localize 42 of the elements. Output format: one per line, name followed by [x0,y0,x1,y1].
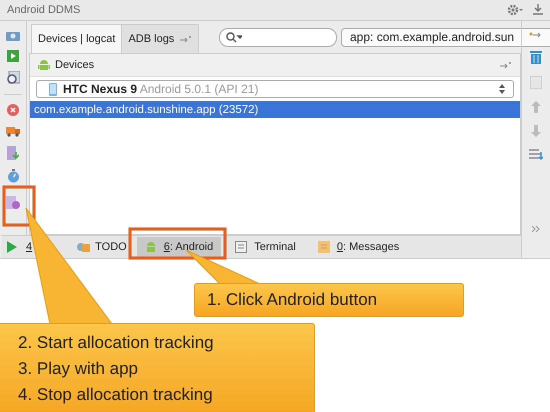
camera-icon[interactable] [6,29,20,41]
pin-arrow-icon[interactable] [529,30,543,38]
window-title: Android DDMS [7,4,80,16]
search-icon [226,32,242,42]
tablet-icon [49,82,57,96]
app-filter-dropdown[interactable]: app: com.example.android.sun [341,28,550,46]
gear-icon[interactable] [507,4,523,16]
stepper-icon [499,84,505,94]
terminal-icon [235,241,250,253]
pin-arrow-icon[interactable] [500,61,512,69]
chevrons-icon[interactable] [532,226,540,232]
todo-icon [76,241,90,253]
screen-search-icon[interactable] [6,71,20,85]
tab[interactable]: ADB logs [122,25,180,53]
tool-window-tab[interactable]: 6: Android [136,237,222,257]
panel-title: Devices [55,59,94,71]
device-dropdown[interactable]: HTC Nexus 9 Android 5.0.1 (API 21) [36,80,514,98]
android-icon [38,59,50,71]
download-icon[interactable] [532,4,544,16]
truck-icon[interactable] [6,125,20,137]
highlight-frame [2,186,36,226]
callout-text: 1. Click Android button [207,290,378,310]
callout-text: 4. Stop allocation tracking [18,384,214,406]
tool-window-tab[interactable]: 4 [3,237,36,257]
messages-icon [318,241,332,253]
tool-window-tab[interactable]: Terminal [227,237,304,257]
up-arrow-icon[interactable] [531,101,541,113]
list-arrows-icon[interactable] [529,149,543,161]
pin-arrow-icon[interactable] [180,35,192,43]
callout-text: 2. Start allocation tracking [18,332,215,354]
play-icon[interactable] [7,50,19,62]
tool-window-tab[interactable]: TODO [72,237,131,257]
trash-icon[interactable] [530,50,542,64]
process-row[interactable]: com.example.android.sunshine.app (23572) [30,101,520,118]
down-arrow-icon[interactable] [531,125,541,137]
stop-icon[interactable] [7,104,19,116]
tool-window-tab[interactable]: 0: Messages [310,237,408,257]
callout-text: 3. Play with app [18,358,140,380]
search-field[interactable] [219,28,338,46]
stopwatch-icon[interactable] [6,169,20,183]
tab[interactable]: Devices | logcat [32,25,122,53]
allocation-tracker-icon[interactable] [5,195,21,211]
